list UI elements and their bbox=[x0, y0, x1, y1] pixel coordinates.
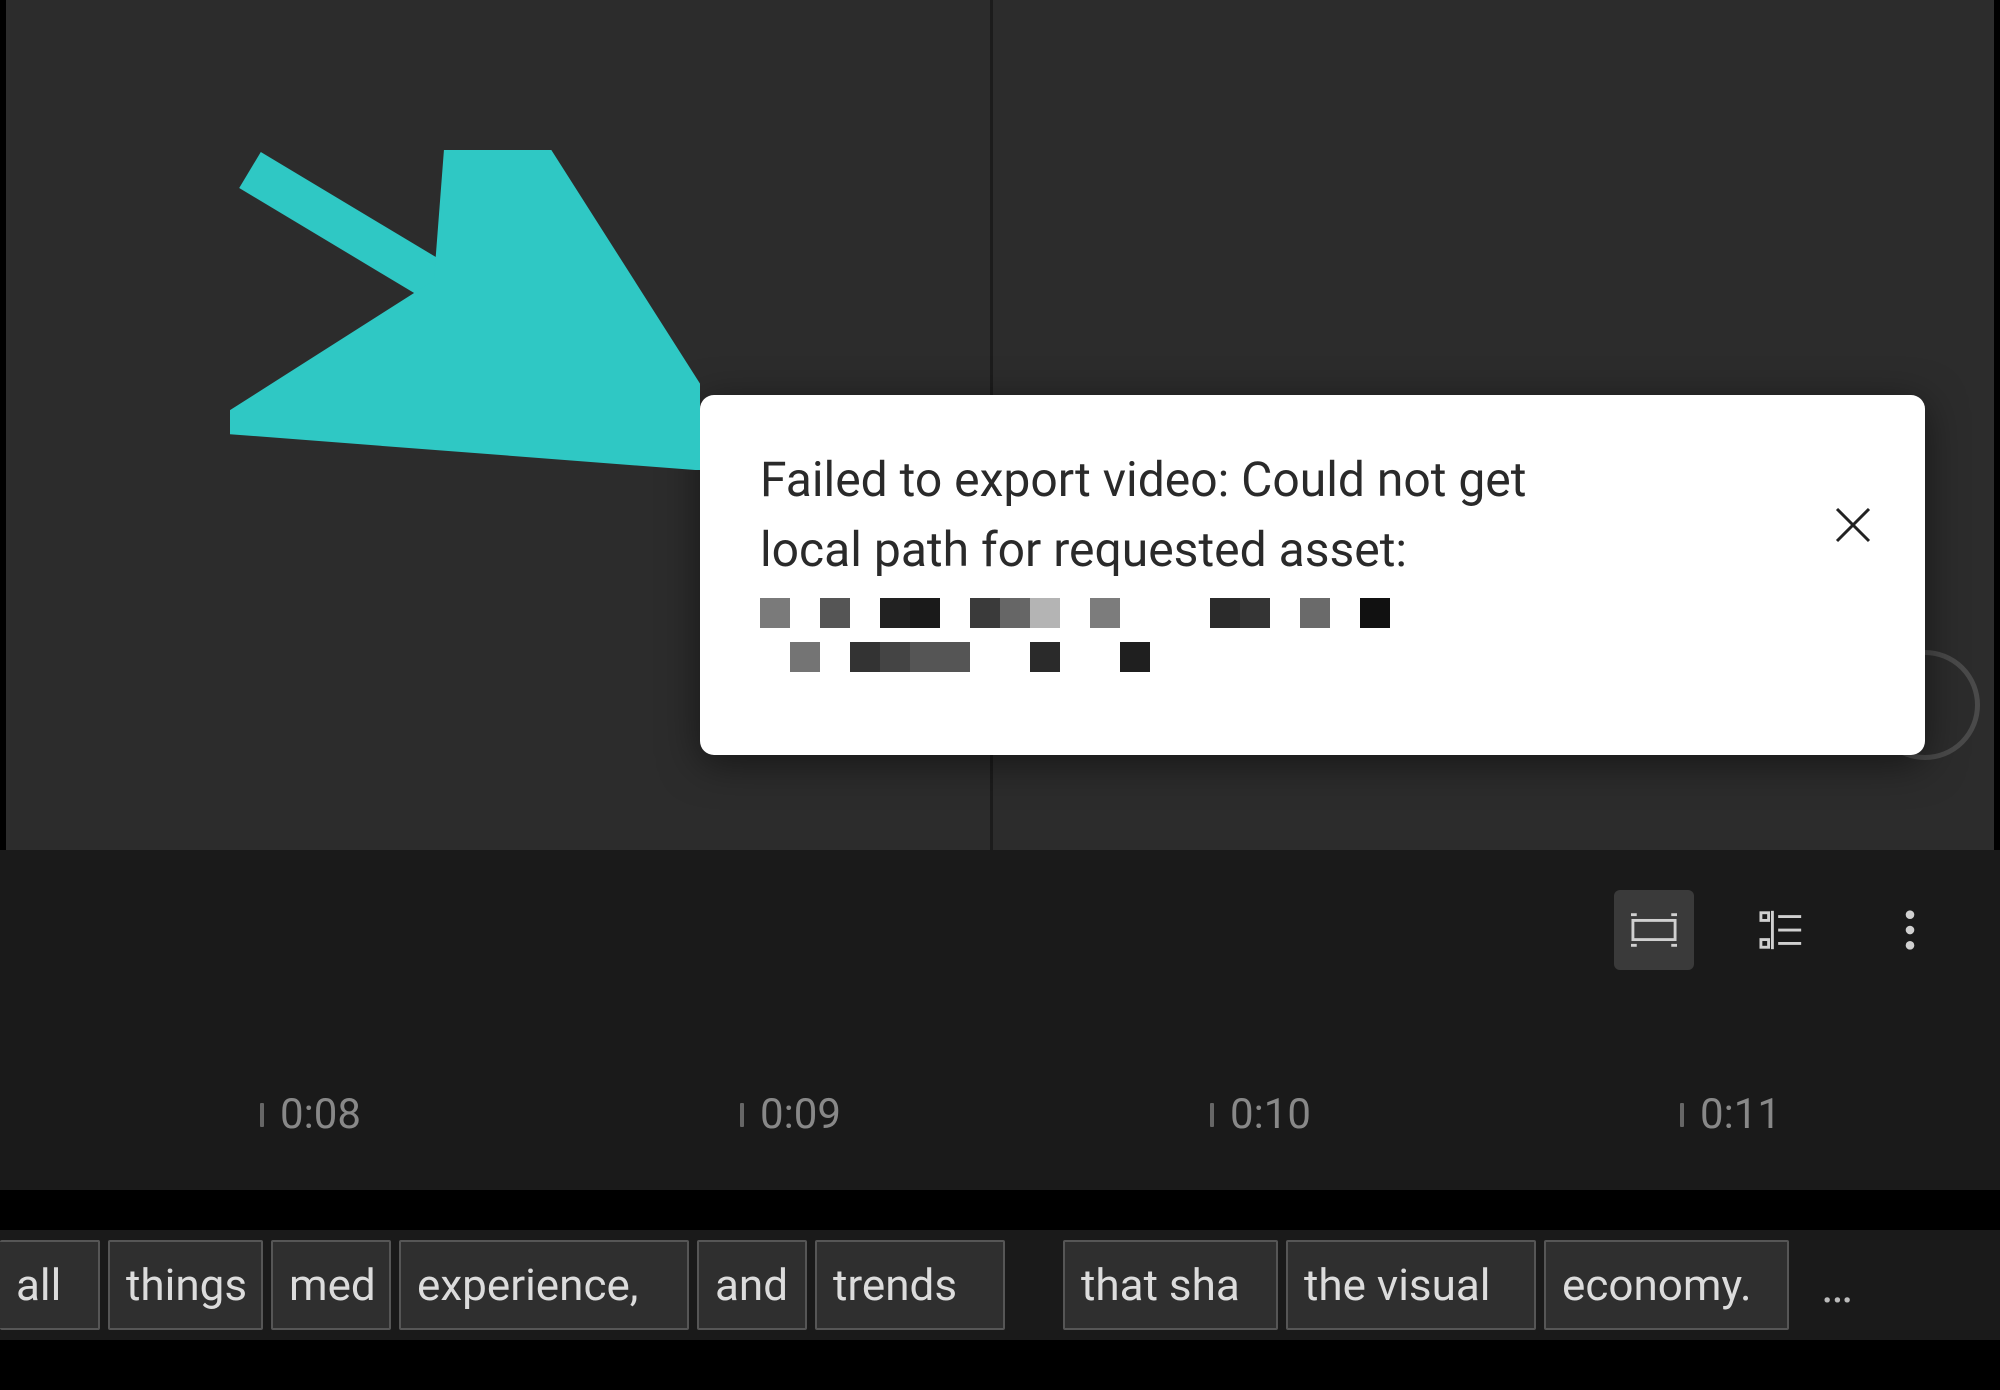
close-button[interactable] bbox=[1823, 495, 1883, 555]
error-line-1: Failed to export video: Could not get bbox=[760, 451, 1526, 508]
ruler-tick: 0:08 bbox=[260, 1090, 361, 1139]
timeline-view-button[interactable] bbox=[1614, 890, 1694, 970]
caption-segment[interactable]: all bbox=[0, 1240, 100, 1330]
tick-mark-icon bbox=[260, 1103, 264, 1127]
tick-mark-icon bbox=[740, 1103, 744, 1127]
caption-segment[interactable]: trends bbox=[815, 1240, 1005, 1330]
redacted-asset-path bbox=[760, 598, 1460, 672]
caption-track[interactable]: all things med experience, and trends th… bbox=[0, 1230, 2000, 1340]
ruler-tick: 0:09 bbox=[740, 1090, 841, 1139]
error-toast: Failed to export video: Could not get lo… bbox=[700, 395, 1925, 755]
tick-label: 0:10 bbox=[1230, 1090, 1311, 1139]
list-view-button[interactable] bbox=[1742, 890, 1822, 970]
tick-label: 0:09 bbox=[760, 1090, 841, 1139]
caption-segment[interactable]: and bbox=[697, 1240, 807, 1330]
caption-segment[interactable]: things bbox=[108, 1240, 263, 1330]
ruler-tick: 0:11 bbox=[1680, 1090, 1781, 1139]
caption-segment[interactable]: the visual bbox=[1286, 1240, 1536, 1330]
time-ruler[interactable]: 0:08 0:09 0:10 0:11 bbox=[0, 1030, 2000, 1190]
caption-segment[interactable]: that sha bbox=[1063, 1240, 1278, 1330]
toolbar-strip bbox=[0, 850, 2000, 1030]
caption-segment[interactable]: economy. bbox=[1544, 1240, 1789, 1330]
list-view-icon bbox=[1759, 907, 1805, 953]
error-line-2: local path for requested asset: bbox=[760, 521, 1407, 578]
more-options-button[interactable] bbox=[1870, 890, 1950, 970]
error-toast-message: Failed to export video: Could not get lo… bbox=[760, 445, 1823, 715]
tick-label: 0:11 bbox=[1700, 1090, 1781, 1139]
caption-segment[interactable]: experience, bbox=[399, 1240, 689, 1330]
close-icon bbox=[1833, 505, 1873, 545]
caption-overflow-ellipsis: … bbox=[1797, 1257, 1877, 1314]
tick-mark-icon bbox=[1680, 1103, 1684, 1127]
ruler-tick: 0:10 bbox=[1210, 1090, 1311, 1139]
toolbar-right-group bbox=[1614, 890, 1950, 970]
timeline-view-icon bbox=[1631, 907, 1677, 953]
caption-segment[interactable]: med bbox=[271, 1240, 391, 1330]
tick-mark-icon bbox=[1210, 1103, 1214, 1127]
tick-label: 0:08 bbox=[280, 1090, 361, 1139]
more-vertical-icon bbox=[1887, 907, 1933, 953]
